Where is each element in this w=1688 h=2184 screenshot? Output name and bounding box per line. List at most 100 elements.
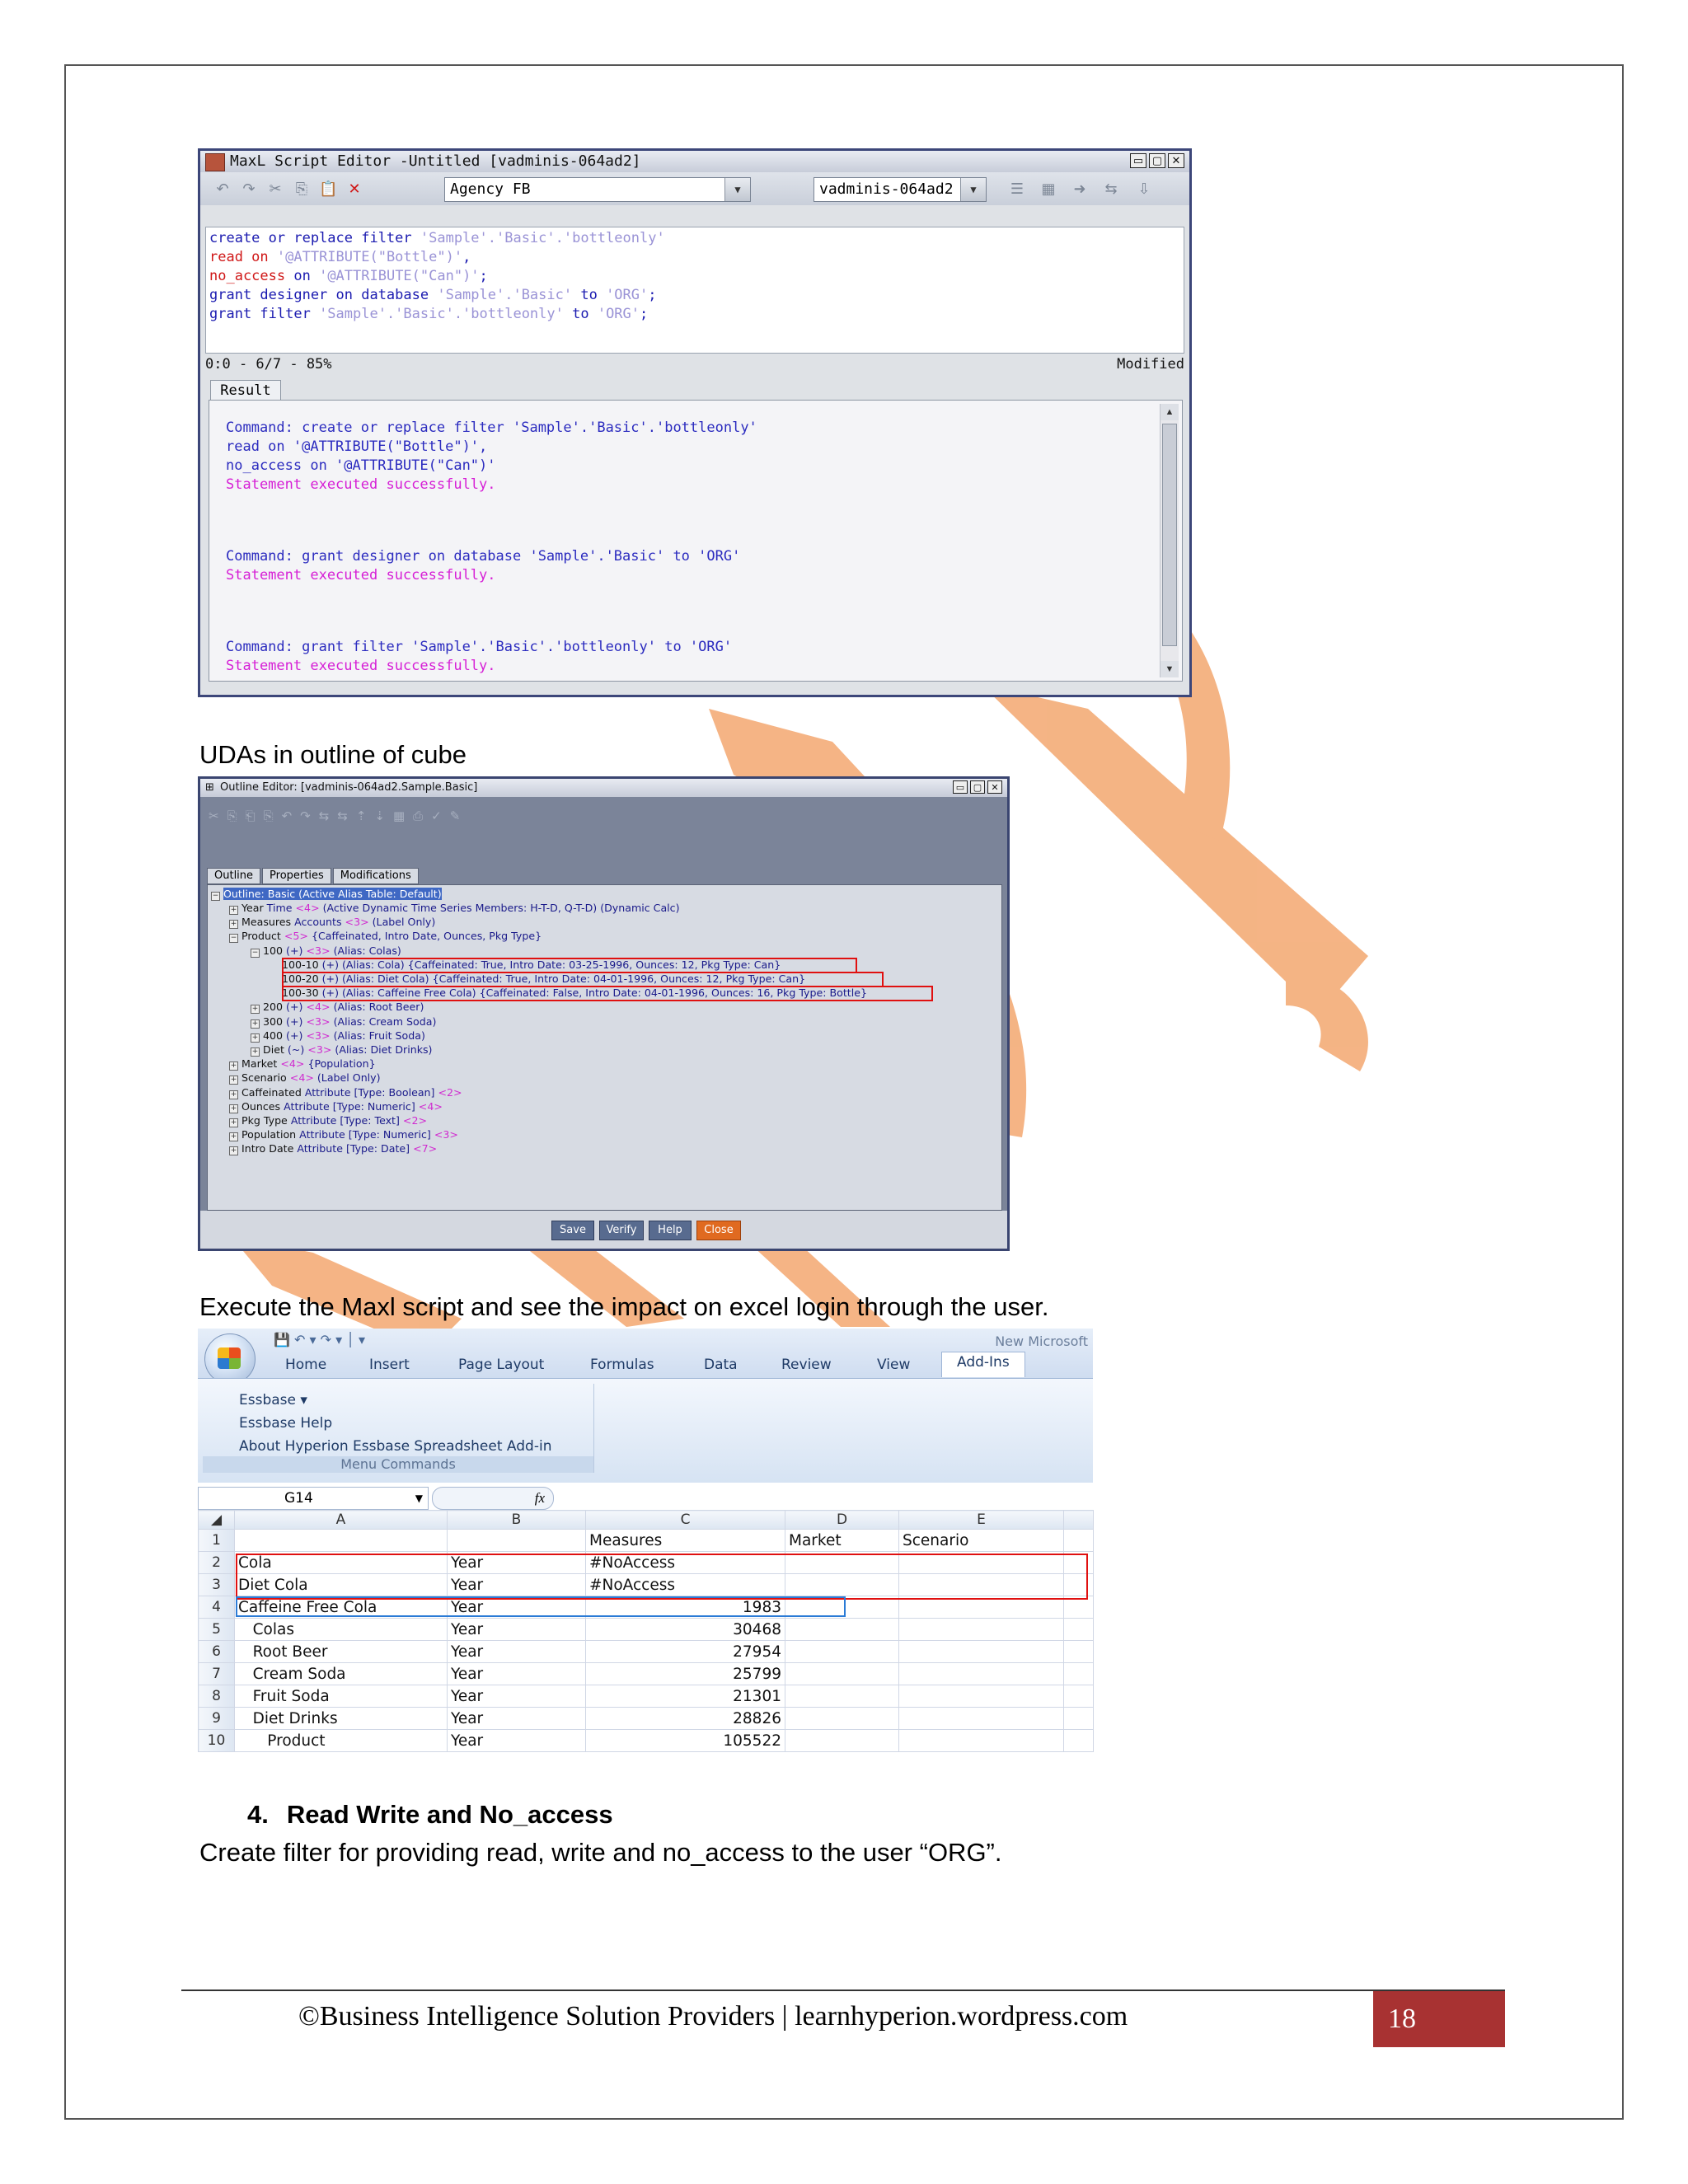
- cell[interactable]: 25799: [585, 1662, 785, 1685]
- chevron-down-icon[interactable]: ▼: [415, 1488, 423, 1509]
- cell[interactable]: [1063, 1529, 1094, 1552]
- cell[interactable]: [898, 1618, 1064, 1641]
- cell[interactable]: 21301: [585, 1685, 785, 1708]
- redo-icon[interactable]: ↷: [240, 182, 258, 197]
- cell[interactable]: [785, 1618, 899, 1641]
- function-button[interactable]: fx: [432, 1487, 554, 1510]
- cell[interactable]: Scenario: [898, 1529, 1064, 1552]
- tab-result[interactable]: Result: [210, 380, 281, 401]
- row-header[interactable]: 3: [198, 1573, 235, 1596]
- cell[interactable]: Year: [447, 1662, 586, 1685]
- row-header[interactable]: 6: [198, 1640, 235, 1663]
- cell[interactable]: Market: [785, 1529, 899, 1552]
- row-header[interactable]: 7: [198, 1662, 235, 1685]
- expand-icon[interactable]: +: [229, 1118, 238, 1127]
- restore-icon[interactable]: ▭: [953, 780, 968, 794]
- cell[interactable]: Year: [447, 1640, 586, 1663]
- cell[interactable]: [898, 1662, 1064, 1685]
- cell[interactable]: Year: [447, 1707, 586, 1730]
- outline-tree-row[interactable]: + Caffeinated Attribute [Type: Boolean] <…: [229, 1085, 462, 1099]
- cell[interactable]: [785, 1685, 899, 1708]
- cell[interactable]: 27954: [585, 1640, 785, 1663]
- cell[interactable]: Product: [234, 1729, 448, 1752]
- list-icon[interactable]: ☰: [1008, 182, 1026, 197]
- column-header-f[interactable]: [1063, 1510, 1094, 1530]
- column-header-a[interactable]: A: [234, 1510, 448, 1530]
- outline-toolbar-icons[interactable]: ✂⎘⎗⎘↶↷⇆⇆⇡⇣▦⎙✓✎: [209, 808, 468, 823]
- font-combo[interactable]: Agency FB ▼: [444, 177, 751, 202]
- outline-tree-row[interactable]: +400 (+) <3> (Alias: Fruit Soda): [251, 1029, 425, 1043]
- restore-icon[interactable]: ▭: [1130, 153, 1146, 168]
- cell[interactable]: [1063, 1618, 1094, 1641]
- close-icon[interactable]: ✕: [1168, 153, 1184, 168]
- chevron-down-icon[interactable]: ▼: [960, 178, 986, 201]
- cell[interactable]: Colas: [234, 1618, 448, 1641]
- expand-icon[interactable]: +: [251, 1033, 260, 1043]
- column-header-c[interactable]: C: [585, 1510, 785, 1530]
- scroll-up-icon[interactable]: ▲: [1160, 404, 1179, 420]
- outline-tree-row[interactable]: +300 (+) <3> (Alias: Cream Soda): [251, 1015, 436, 1029]
- grid-icon[interactable]: ▦: [1039, 182, 1057, 197]
- tab-properties[interactable]: Properties: [262, 868, 331, 884]
- cell[interactable]: [898, 1640, 1064, 1663]
- row-header[interactable]: 8: [198, 1685, 235, 1708]
- tab-home[interactable]: Home: [285, 1355, 326, 1375]
- delete-icon[interactable]: ✕: [345, 182, 363, 197]
- tab-view[interactable]: View: [877, 1355, 910, 1375]
- cell[interactable]: Measures: [585, 1529, 785, 1552]
- cell[interactable]: [898, 1685, 1064, 1708]
- expand-icon[interactable]: +: [251, 1005, 260, 1015]
- cell[interactable]: [1063, 1729, 1094, 1752]
- cell[interactable]: 28826: [585, 1707, 785, 1730]
- cell[interactable]: Root Beer: [234, 1640, 448, 1663]
- cell[interactable]: [785, 1640, 899, 1663]
- outline-tree-row[interactable]: + Intro Date Attribute [Type: Date] <7>: [229, 1141, 437, 1156]
- help-button[interactable]: Help: [649, 1221, 692, 1240]
- cell[interactable]: Year: [447, 1685, 586, 1708]
- maximize-icon[interactable]: ▢: [970, 780, 985, 794]
- outline-tree-row[interactable]: + Year Time <4> (Active Dynamic Time Seri…: [229, 901, 680, 915]
- select-all-corner[interactable]: ◢: [198, 1510, 235, 1530]
- row-header[interactable]: 4: [198, 1596, 235, 1619]
- cell[interactable]: Year: [447, 1729, 586, 1752]
- column-header-e[interactable]: E: [898, 1510, 1064, 1530]
- outline-tree-row[interactable]: + Population Attribute [Type: Numeric] <3…: [229, 1127, 458, 1142]
- result-scrollbar[interactable]: ▲ ▼: [1160, 404, 1179, 677]
- tab-outline[interactable]: Outline: [207, 868, 261, 884]
- outline-tree-row[interactable]: + Scenario <4> (Label Only): [229, 1071, 381, 1085]
- collapse-icon[interactable]: −: [251, 948, 260, 958]
- script-editor-area[interactable]: create or replace filter 'Sample'.'Basic…: [205, 227, 1184, 354]
- cell[interactable]: [785, 1729, 899, 1752]
- name-box[interactable]: G14 ▼: [198, 1487, 429, 1510]
- tab-add-ins[interactable]: Add-Ins: [941, 1352, 1025, 1377]
- verify-button[interactable]: Verify: [599, 1221, 644, 1240]
- expand-icon[interactable]: +: [229, 1090, 238, 1099]
- cell[interactable]: 105522: [585, 1729, 785, 1752]
- outline-tree-row[interactable]: + Measures Accounts <3> (Label Only): [229, 915, 435, 930]
- menu-essbase[interactable]: Essbase ▾: [239, 1392, 307, 1408]
- tab-data[interactable]: Data: [704, 1355, 738, 1375]
- expand-icon[interactable]: +: [229, 1104, 238, 1113]
- row-header[interactable]: 1: [198, 1529, 235, 1552]
- cell[interactable]: [234, 1529, 448, 1552]
- close-button[interactable]: Close: [696, 1221, 741, 1240]
- tab-modifications[interactable]: Modifications: [332, 868, 419, 884]
- cut-icon[interactable]: ✂: [266, 182, 284, 197]
- row-header[interactable]: 9: [198, 1707, 235, 1730]
- maximize-icon[interactable]: ▢: [1149, 153, 1165, 168]
- close-icon[interactable]: ✕: [987, 780, 1002, 794]
- outline-tree-row[interactable]: +200 (+) <4> (Alias: Root Beer): [251, 1000, 424, 1015]
- scroll-down-icon[interactable]: ▼: [1160, 661, 1179, 677]
- expand-icon[interactable]: +: [251, 1047, 260, 1057]
- expand-icon[interactable]: +: [229, 1132, 238, 1142]
- outline-tree-row[interactable]: −100 (+) <3> (Alias: Colas): [251, 944, 401, 958]
- cell[interactable]: Cream Soda: [234, 1662, 448, 1685]
- execute-icon[interactable]: ➜: [1071, 182, 1089, 197]
- menu-essbase-help[interactable]: Essbase Help: [239, 1415, 332, 1432]
- tab-page-layout[interactable]: Page Layout: [458, 1355, 544, 1375]
- outline-tree-row[interactable]: + Pkg Type Attribute [Type: Text] <2>: [229, 1113, 427, 1127]
- cell[interactable]: [1063, 1662, 1094, 1685]
- expand-icon[interactable]: +: [229, 920, 238, 930]
- collapse-icon[interactable]: −: [229, 934, 238, 944]
- cell[interactable]: [898, 1707, 1064, 1730]
